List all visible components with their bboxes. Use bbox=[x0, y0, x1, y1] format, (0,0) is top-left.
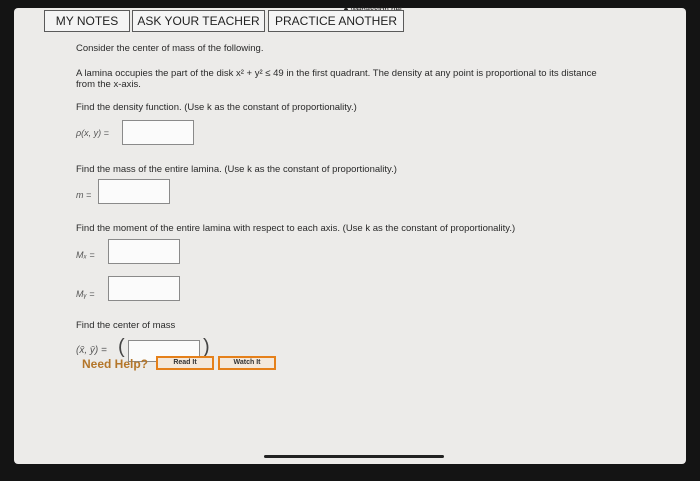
question-moment: Find the moment of the entire lamina wit… bbox=[76, 223, 516, 234]
question-density: Find the density function. (Use k as the… bbox=[76, 102, 357, 113]
mx-input[interactable] bbox=[108, 239, 180, 264]
home-indicator bbox=[264, 455, 444, 458]
center-label: (x̄, ȳ) = bbox=[76, 345, 107, 356]
screen: webassign.net MY NOTES ASK YOUR TEACHER … bbox=[14, 5, 686, 464]
mx-label: Mₓ = bbox=[76, 250, 95, 260]
mass-input[interactable] bbox=[98, 179, 170, 204]
need-help-label: Need Help? bbox=[82, 357, 149, 371]
my-input[interactable] bbox=[108, 276, 180, 301]
question-center: Find the center of mass bbox=[76, 320, 176, 331]
mass-label: m = bbox=[76, 190, 92, 200]
density-label: ρ(x, y) = bbox=[76, 128, 109, 138]
tab-my-notes[interactable]: MY NOTES bbox=[44, 10, 130, 32]
my-label: Mᵧ = bbox=[76, 289, 95, 299]
open-paren: ( bbox=[118, 336, 125, 358]
density-input[interactable] bbox=[122, 120, 194, 145]
problem-statement-line2: from the x-axis. bbox=[76, 79, 141, 90]
read-it-button[interactable]: Read It bbox=[156, 356, 214, 370]
problem-intro: Consider the center of mass of the follo… bbox=[76, 43, 264, 54]
tab-ask-your-teacher[interactable]: ASK YOUR TEACHER bbox=[132, 10, 265, 32]
tab-practice-another[interactable]: PRACTICE ANOTHER bbox=[268, 10, 404, 32]
problem-statement-line1: A lamina occupies the part of the disk x… bbox=[76, 68, 597, 79]
watch-it-button[interactable]: Watch It bbox=[218, 356, 276, 370]
question-mass: Find the mass of the entire lamina. (Use… bbox=[76, 164, 397, 175]
